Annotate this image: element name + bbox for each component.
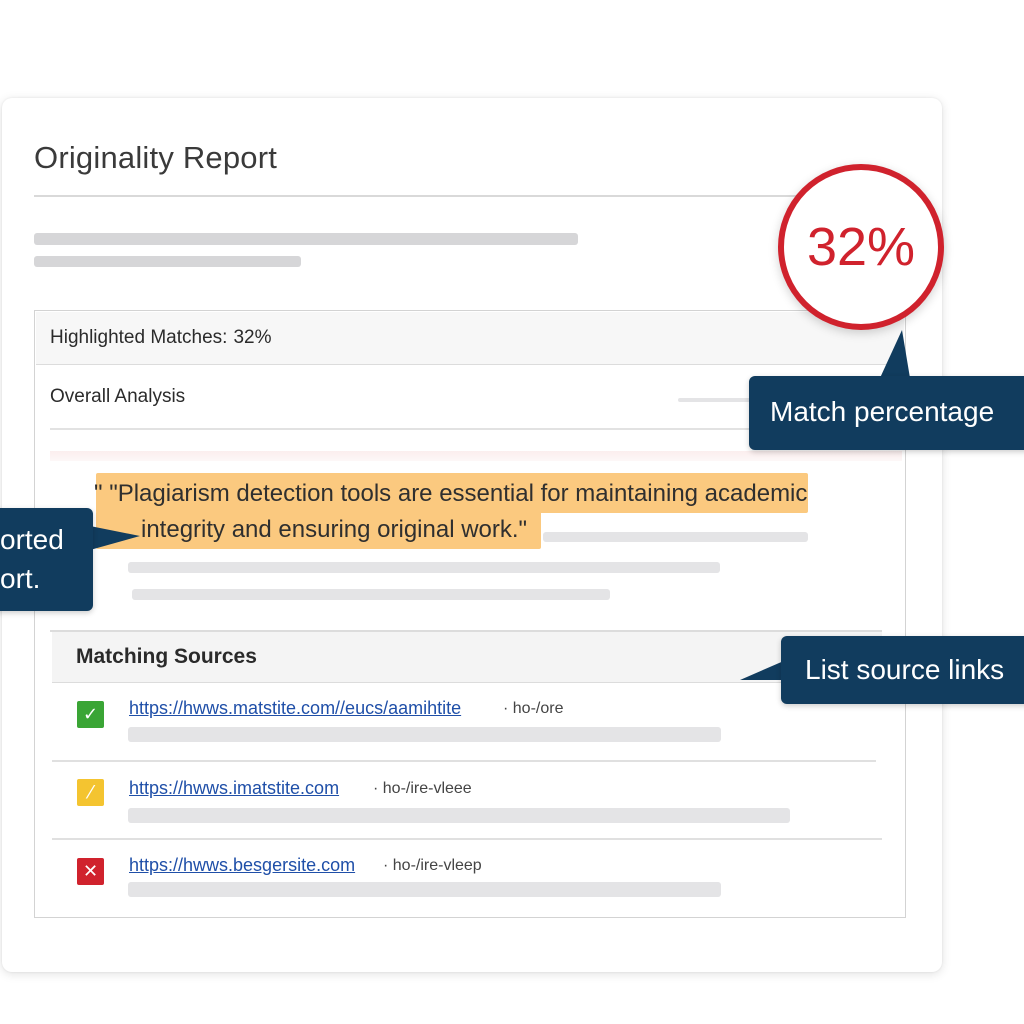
highlighted-matches-text: Highlighted Matches:: [50, 327, 228, 348]
placeholder-text-line: [132, 589, 610, 600]
x-icon: ✕: [77, 858, 104, 885]
matching-sources-title: Matching Sources: [76, 645, 257, 668]
placeholder-text-line: [128, 727, 721, 742]
callout-pointer: [740, 660, 786, 680]
source-meta: · ho-/ire-vleep: [383, 857, 482, 874]
source-link[interactable]: https://hwws.matstite.com//eucs/aamihtit…: [129, 698, 461, 719]
highlighted-quote-line-1[interactable]: " "Plagiarism detection tools are essent…: [94, 480, 807, 508]
title-divider: [34, 195, 804, 197]
placeholder-text-line: [128, 562, 720, 573]
report-screenshot: Originality Report Highlighted Matches: 3…: [0, 0, 1024, 1024]
left-callout: orted ort.: [0, 508, 93, 611]
source-link[interactable]: https://hwws.imatstite.com: [129, 778, 339, 799]
highlighted-matches-label: Highlighted Matches: 32%: [50, 327, 271, 349]
row-divider: [52, 760, 876, 762]
callout-pointer: [880, 330, 910, 378]
placeholder-text-line: [34, 256, 301, 267]
callout-text: orted: [0, 524, 64, 555]
match-percentage-badge: 32%: [778, 164, 944, 330]
match-indicator-strip: [50, 451, 902, 461]
source-meta: · ho-/ire-vleee: [373, 780, 472, 797]
callout-text: Match percentage: [770, 396, 995, 427]
source-link[interactable]: https://hwws.besgersite.com: [129, 855, 355, 876]
page-title: Originality Report: [34, 140, 278, 175]
placeholder-text-line: [128, 882, 721, 897]
check-icon: ✓: [77, 701, 104, 728]
placeholder-text-line: [128, 808, 790, 823]
callout-pointer: [90, 526, 140, 550]
source-meta: · ho-/ore: [503, 700, 564, 717]
placeholder-text-line: [34, 233, 578, 245]
list-source-links-callout: List source links: [781, 636, 1024, 704]
overall-analysis-label: Overall Analysis: [50, 386, 186, 407]
highlighted-quote-line-2[interactable]: integrity and ensuring original work.": [141, 516, 527, 544]
callout-text: List source links: [805, 654, 1005, 685]
match-percentage-callout: Match percentage: [749, 376, 1024, 450]
warning-icon: ⁄: [77, 779, 104, 806]
callout-text: ort.: [0, 563, 41, 594]
highlighted-matches-value: 32%: [233, 327, 272, 348]
row-divider: [52, 838, 882, 840]
placeholder-text-line: [543, 532, 808, 542]
